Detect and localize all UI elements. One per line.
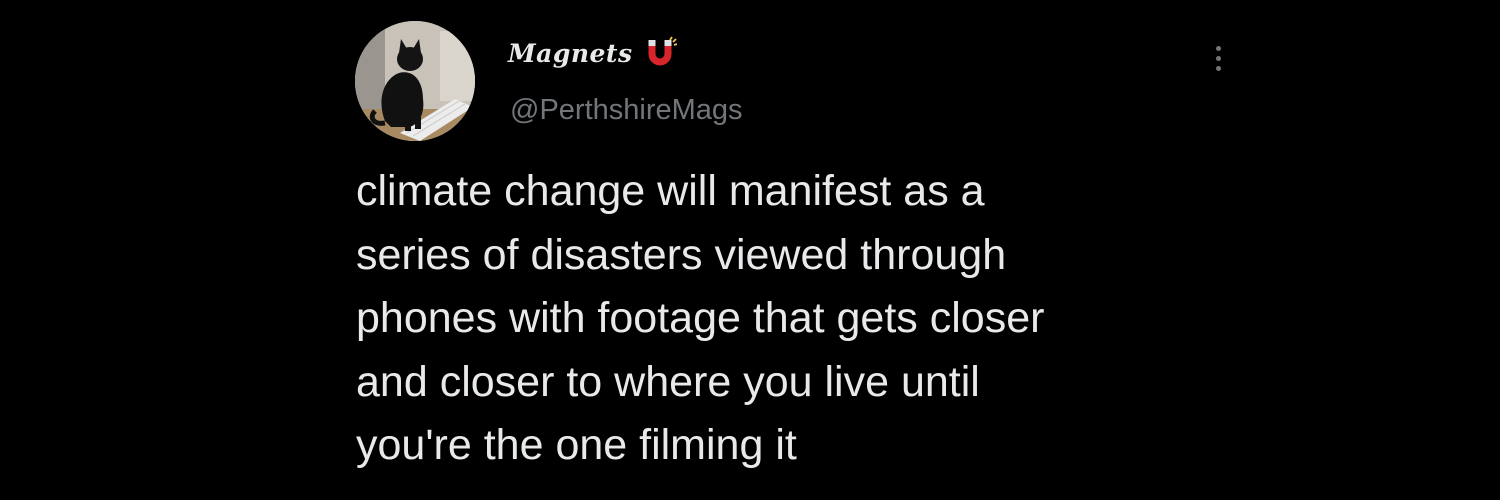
tweet-text-line: and closer to where you live until	[356, 357, 980, 406]
display-name[interactable]: Magnets	[508, 36, 677, 70]
tweet-card: Magnets @PerthshireMags climate change w…	[0, 0, 1500, 500]
tweet-text-line: phones with footage that gets closer	[356, 294, 1045, 342]
more-options-button[interactable]	[1200, 38, 1236, 78]
tweet-text: climate change will manifest as a series…	[356, 160, 1356, 478]
tweet-text-line: climate change will manifest as a	[356, 167, 985, 215]
magnet-icon	[643, 36, 677, 70]
avatar[interactable]	[355, 21, 475, 141]
more-options-icon	[1215, 55, 1221, 61]
tweet-text-line: series of disasters viewed through	[356, 230, 1007, 279]
user-handle[interactable]: @PerthshireMags	[510, 94, 743, 127]
more-options-icon	[1215, 65, 1221, 71]
tweet-text-line: you're the one filming it	[356, 421, 797, 469]
display-name-text[interactable]: Magnets	[508, 39, 633, 68]
more-options-icon	[1215, 45, 1221, 51]
black-cat-photo	[355, 21, 475, 141]
